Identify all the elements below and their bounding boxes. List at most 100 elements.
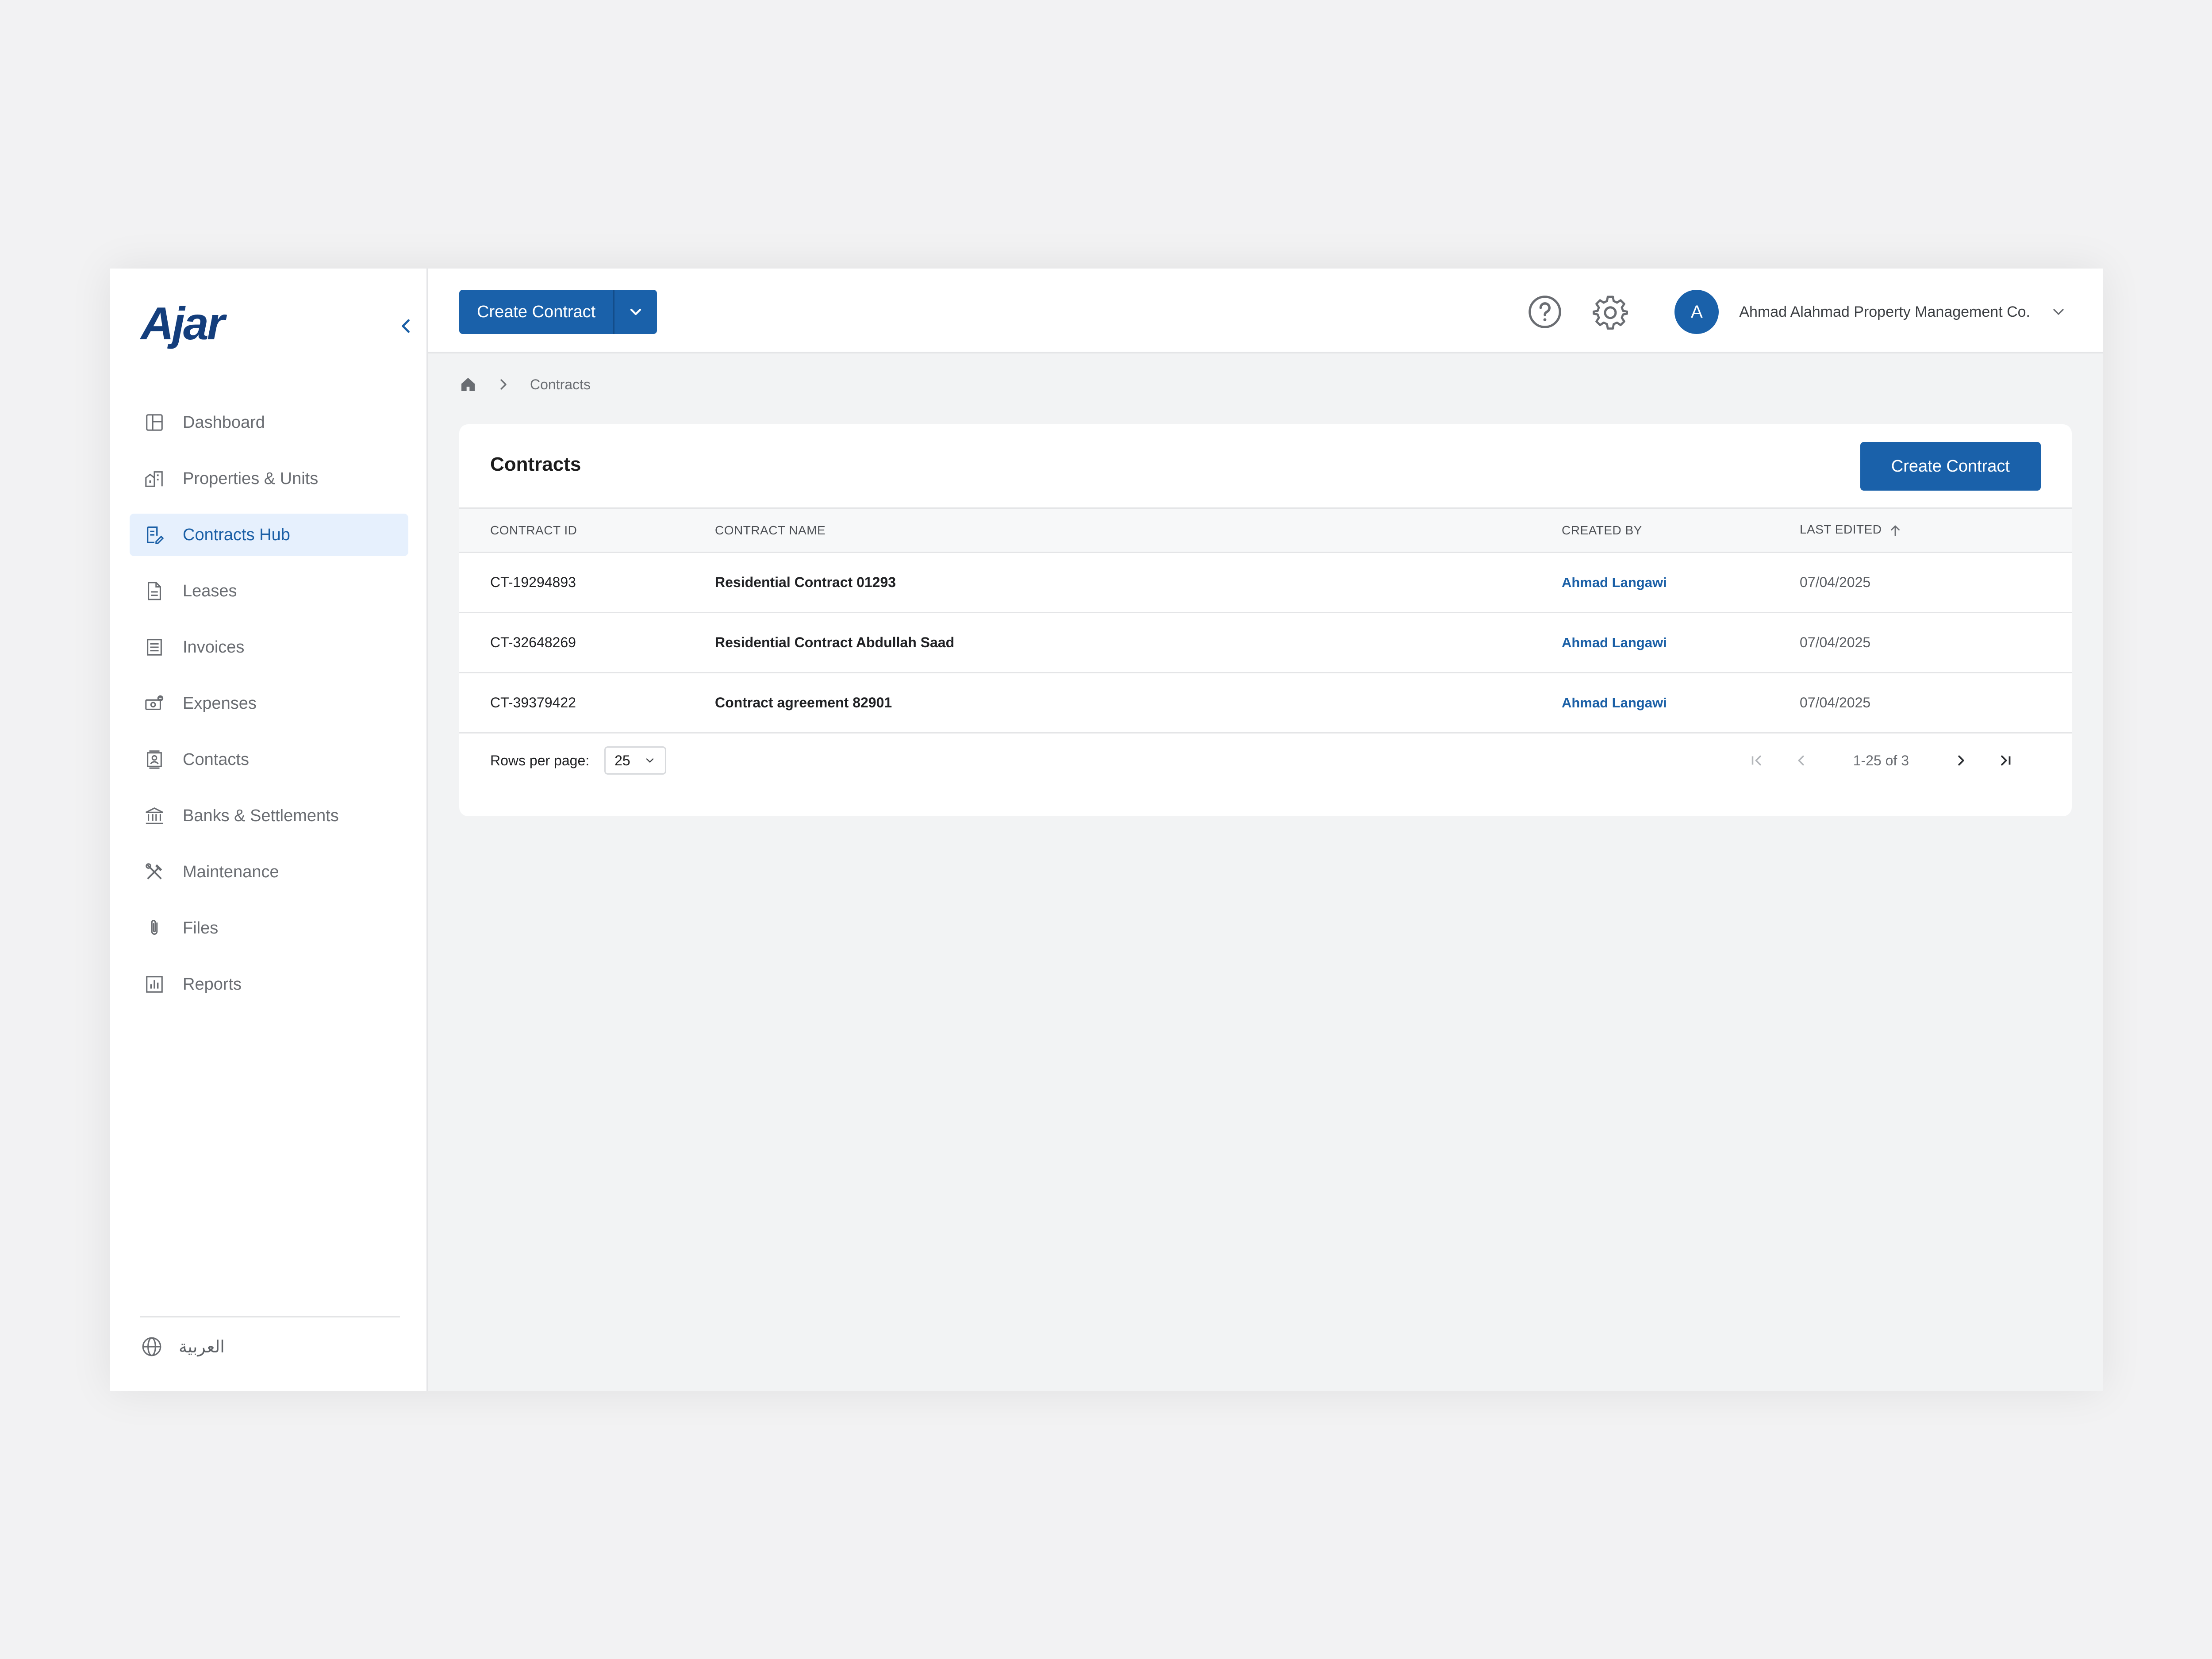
contract-id-cell: CT-32648269 xyxy=(490,634,576,650)
logo: Ajar xyxy=(141,298,225,349)
created-by-cell: Ahmad Langawi xyxy=(1562,673,1800,733)
sidebar-item-label: Files xyxy=(183,918,219,937)
chevron-down-icon xyxy=(646,758,654,763)
invoice-icon xyxy=(143,636,166,659)
sidebar-item-label: Dashboard xyxy=(183,413,265,432)
sidebar-item-invoices[interactable]: Invoices xyxy=(130,626,408,668)
chevron-down-icon[interactable] xyxy=(2050,303,2067,321)
dashboard-icon xyxy=(143,411,166,434)
sidebar-item-banks[interactable]: Banks & Settlements xyxy=(130,795,408,837)
create-contract-split-button: Create Contract xyxy=(459,290,657,334)
sidebar-item-label: Invoices xyxy=(183,637,245,657)
avatar[interactable]: A xyxy=(1674,290,1719,334)
breadcrumb-current: Contracts xyxy=(530,376,591,392)
sidebar-item-label: Leases xyxy=(183,581,237,600)
sidebar-item-files[interactable]: Files xyxy=(130,907,408,949)
contacts-icon xyxy=(143,748,166,771)
contract-name-cell: Residential Contract 01293 xyxy=(715,574,896,590)
created-by-cell: Ahmad Langawi xyxy=(1562,613,1800,673)
home-icon[interactable] xyxy=(459,376,477,393)
column-header-last-edited[interactable]: LAST EDITED xyxy=(1800,508,2072,553)
sidebar-item-dashboard[interactable]: Dashboard xyxy=(130,401,408,444)
sidebar-item-label: Contacts xyxy=(183,750,249,769)
rows-per-page-label: Rows per page: xyxy=(490,752,590,768)
created-by-link[interactable]: Ahmad Langawi xyxy=(1562,635,1667,650)
table-row[interactable]: CT-19294893 Residential Contract 01293 A… xyxy=(459,553,2072,613)
sidebar-item-contracts-hub[interactable]: Contracts Hub xyxy=(130,514,408,556)
pagination-range: 1-25 of 3 xyxy=(1853,752,1909,768)
sidebar-item-maintenance[interactable]: Maintenance xyxy=(130,851,408,893)
main-area: Create Contract A Ahmad Alahmad Property… xyxy=(428,269,2103,1391)
topbar: Create Contract A Ahmad Alahmad Property… xyxy=(428,269,2103,353)
sidebar-item-label: Expenses xyxy=(183,694,257,713)
paperclip-icon xyxy=(143,917,166,940)
sidebar-item-reports[interactable]: Reports xyxy=(130,963,408,1006)
created-by-link[interactable]: Ahmad Langawi xyxy=(1562,575,1667,590)
sort-ascending-icon[interactable] xyxy=(1888,523,1903,538)
contract-name-cell: Contract agreement 82901 xyxy=(715,695,892,710)
column-header-contract-id[interactable]: CONTRACT ID xyxy=(459,508,715,553)
last-edited-cell: 07/04/2025 xyxy=(1800,574,1871,590)
contract-icon xyxy=(143,523,166,546)
chart-icon xyxy=(143,973,166,996)
contracts-card: Contracts Create Contract CONTRACT ID CO… xyxy=(459,424,2072,816)
language-label: العربية xyxy=(179,1337,225,1356)
last-page-button[interactable] xyxy=(1992,747,2019,774)
create-contract-button[interactable]: Create Contract xyxy=(1860,442,2041,491)
previous-page-button[interactable] xyxy=(1788,747,1814,774)
next-page-button[interactable] xyxy=(1948,747,1974,774)
sidebar-nav: Dashboard Properties & Units Contracts H… xyxy=(130,401,408,1019)
chevron-left-icon xyxy=(402,319,410,333)
chevron-right-icon xyxy=(1958,755,1964,766)
tools-icon xyxy=(143,860,166,883)
sidebar-item-label: Banks & Settlements xyxy=(183,806,339,825)
breadcrumb: Contracts xyxy=(459,376,591,393)
chevron-right-icon xyxy=(500,379,507,390)
pagination: 1-25 of 3 xyxy=(1743,747,2019,774)
gear-icon xyxy=(1593,296,1628,330)
cash-icon xyxy=(143,692,166,715)
sidebar-item-label: Maintenance xyxy=(183,862,279,881)
rows-per-page-select[interactable]: 25 xyxy=(604,746,667,775)
sidebar-divider xyxy=(140,1316,400,1317)
help-icon xyxy=(1528,296,1562,328)
page-title: Contracts xyxy=(490,453,581,475)
sidebar-item-label: Contracts Hub xyxy=(183,525,290,544)
first-page-icon xyxy=(1751,755,1761,766)
sidebar-item-leases[interactable]: Leases xyxy=(130,570,408,612)
language-switch[interactable]: العربية xyxy=(141,1336,225,1358)
sidebar-collapse-button[interactable] xyxy=(393,313,419,339)
table-row[interactable]: CT-39379422 Contract agreement 82901 Ahm… xyxy=(459,673,2072,733)
column-header-contract-name[interactable]: CONTRACT NAME xyxy=(715,508,1562,553)
created-by-cell: Ahmad Langawi xyxy=(1562,553,1800,613)
table-row[interactable]: CT-32648269 Residential Contract Abdulla… xyxy=(459,613,2072,673)
last-page-icon xyxy=(2001,755,2011,766)
contract-id-cell: CT-39379422 xyxy=(490,695,576,710)
column-header-created-by[interactable]: CREATED BY xyxy=(1562,508,1800,553)
sidebar-item-label: Reports xyxy=(183,975,242,994)
created-by-link[interactable]: Ahmad Langawi xyxy=(1562,695,1667,710)
document-icon xyxy=(143,580,166,603)
create-contract-button[interactable]: Create Contract xyxy=(459,290,615,334)
sidebar-item-properties[interactable]: Properties & Units xyxy=(130,457,408,500)
buildings-icon xyxy=(143,467,166,490)
column-header-label: LAST EDITED xyxy=(1800,522,1882,537)
sidebar-item-expenses[interactable]: Expenses xyxy=(130,682,408,725)
first-page-button[interactable] xyxy=(1743,747,1770,774)
last-edited-cell: 07/04/2025 xyxy=(1800,634,1871,650)
sidebar-item-contacts[interactable]: Contacts xyxy=(130,738,408,781)
org-name[interactable]: Ahmad Alahmad Property Management Co. xyxy=(1739,303,2030,321)
contract-name-cell: Residential Contract Abdullah Saad xyxy=(715,634,955,650)
create-contract-dropdown[interactable] xyxy=(614,290,657,334)
last-edited-cell: 07/04/2025 xyxy=(1800,695,1871,710)
contract-id-cell: CT-19294893 xyxy=(490,574,576,590)
settings-button[interactable] xyxy=(1590,292,1630,332)
help-button[interactable] xyxy=(1525,292,1565,332)
sidebar: Ajar Dashboard Properties & Units Contra… xyxy=(110,269,428,1391)
rows-per-page-value: 25 xyxy=(614,752,630,768)
sidebar-item-label: Properties & Units xyxy=(183,469,319,488)
table-header-row: CONTRACT ID CONTRACT NAME CREATED BY LAS… xyxy=(459,508,2072,553)
table-footer: Rows per page: 25 1-25 of 3 xyxy=(459,734,2072,787)
chevron-left-icon xyxy=(1798,755,1804,766)
bank-icon xyxy=(143,804,166,827)
